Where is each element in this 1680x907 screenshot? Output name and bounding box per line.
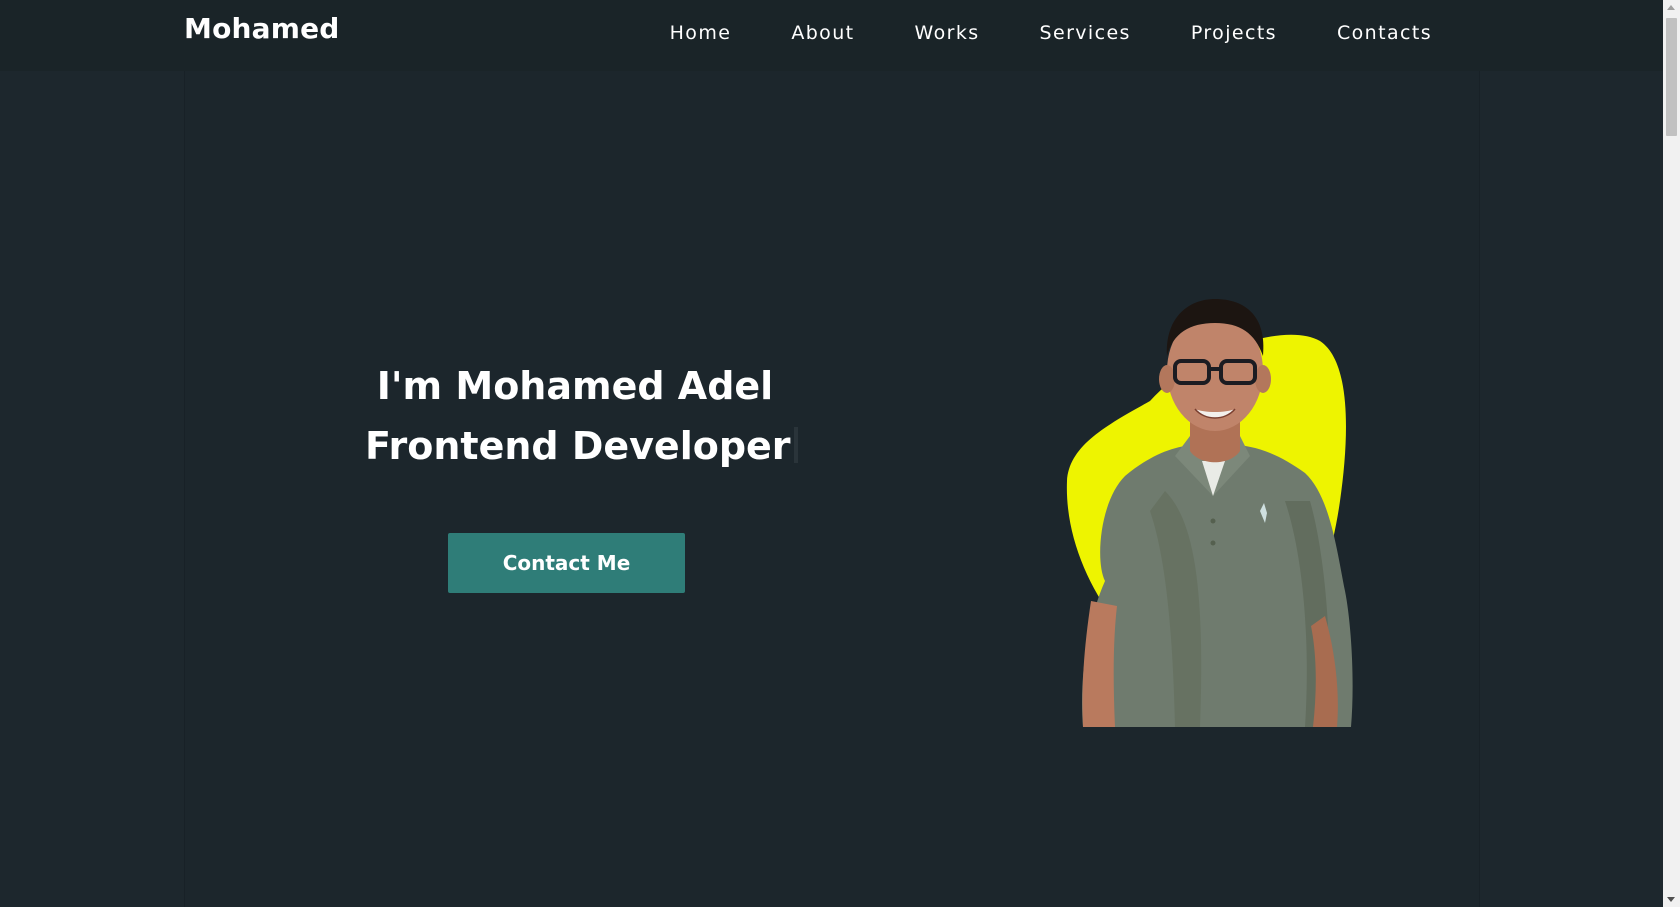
nav-contacts[interactable]: Contacts xyxy=(1337,22,1432,44)
page: Mohamed Home About Works Services Projec… xyxy=(0,0,1680,907)
scrollbar-thumb[interactable] xyxy=(1666,18,1677,136)
hero-heading: I'm Mohamed Adel Frontend Developer xyxy=(365,356,798,476)
nav-services[interactable]: Services xyxy=(1040,22,1131,44)
contact-me-button[interactable]: Contact Me xyxy=(448,533,685,593)
main-nav: Home About Works Services Projects Conta… xyxy=(670,22,1432,44)
nav-home[interactable]: Home xyxy=(670,22,732,44)
scroll-up-arrow-icon[interactable] xyxy=(1667,5,1675,10)
left-arm xyxy=(1082,601,1117,727)
portrait-photo xyxy=(1066,299,1353,727)
vertical-scrollbar[interactable] xyxy=(1663,0,1680,907)
nav-about[interactable]: About xyxy=(791,22,854,44)
hero-role-text: Frontend Developer xyxy=(365,424,791,468)
navbar: Mohamed Home About Works Services Projec… xyxy=(0,0,1663,71)
hero-name-text: I'm Mohamed Adel xyxy=(376,364,774,408)
hero-name-line: I'm Mohamed Adel xyxy=(365,356,785,416)
scroll-down-arrow-icon[interactable] xyxy=(1667,897,1675,902)
nav-works[interactable]: Works xyxy=(915,22,980,44)
site-logo[interactable]: Mohamed xyxy=(184,12,340,45)
nav-projects[interactable]: Projects xyxy=(1191,22,1277,44)
hero-section: I'm Mohamed Adel Frontend Developer Cont… xyxy=(184,71,1480,907)
hero-role-line: Frontend Developer xyxy=(365,416,798,476)
typing-cursor xyxy=(793,427,798,463)
